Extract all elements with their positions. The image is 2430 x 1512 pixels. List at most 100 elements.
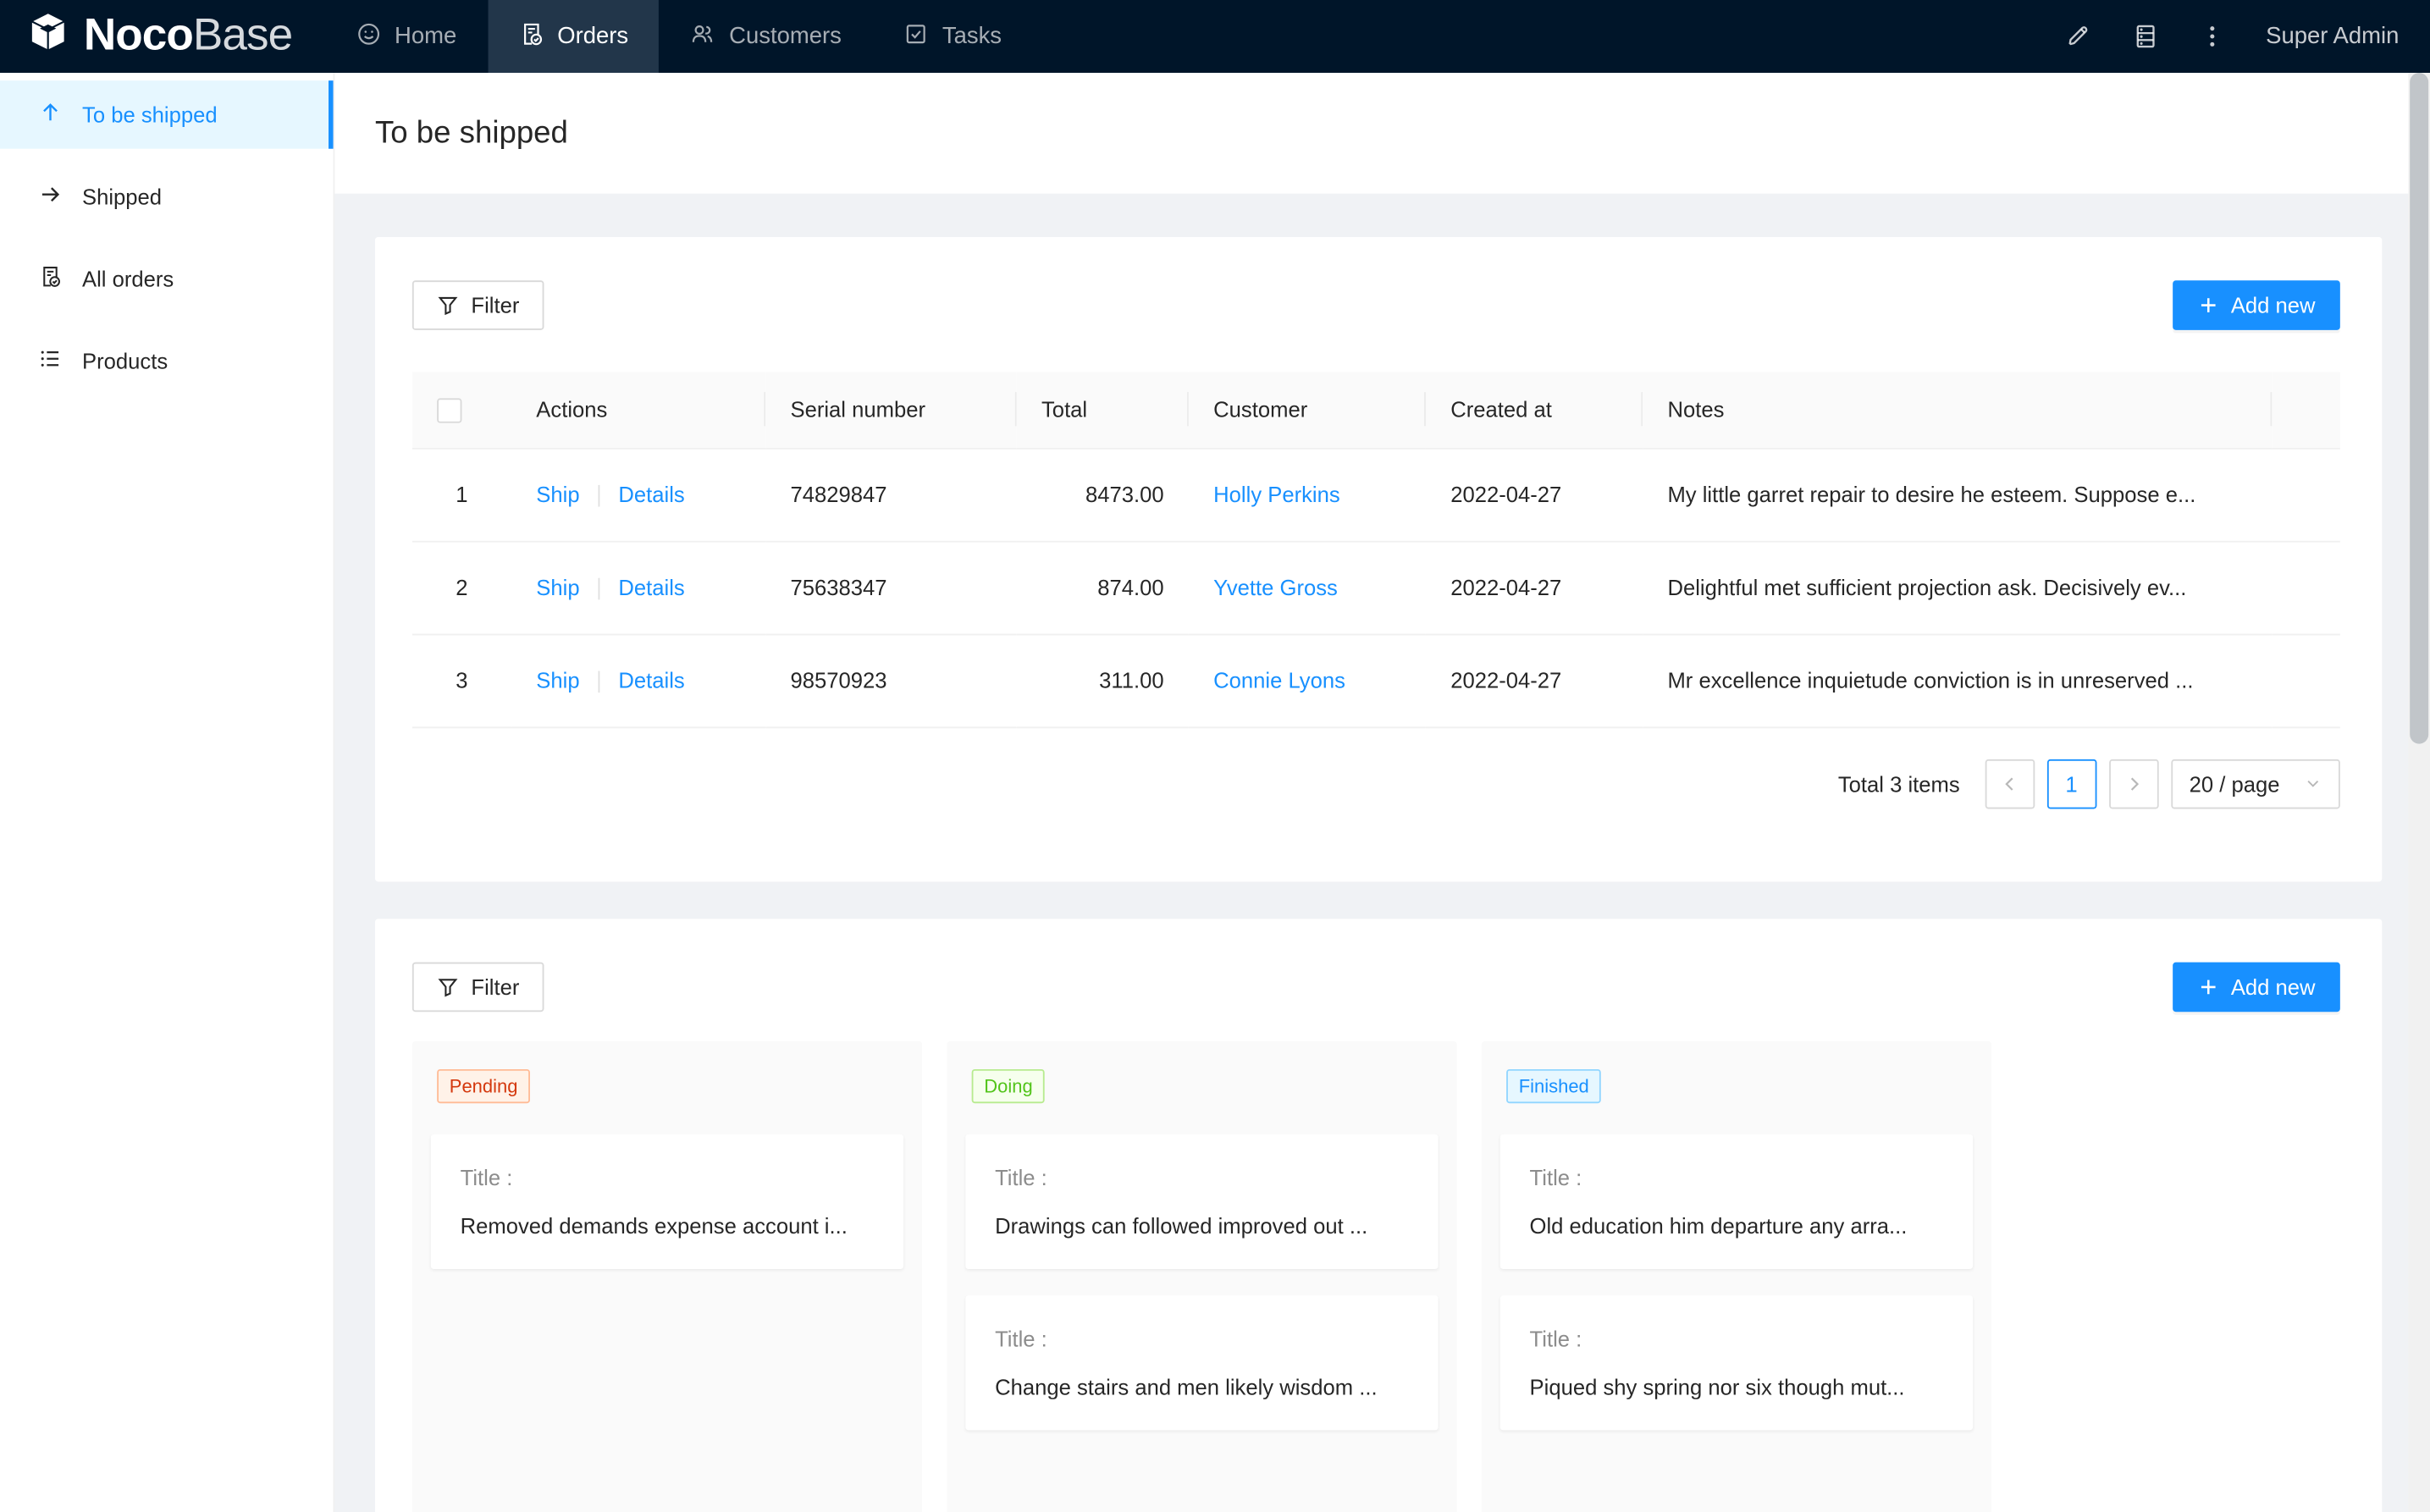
sidebar-item-label: All orders [82,267,174,291]
customer-cell: Yvette Gross [1189,541,1426,634]
ship-link[interactable]: Ship [536,668,579,693]
pagination-total: Total 3 items [1838,771,1960,796]
kanban-task-card[interactable]: Title :Old education him departure any a… [1500,1134,1973,1268]
tab-label: Home [395,23,456,49]
column-header-serial-number: Serial number [765,372,1017,448]
card-title: Old education him departure any arra... [1530,1212,1944,1237]
tab-customers[interactable]: Customers [660,0,873,73]
tab-orders[interactable]: Orders [488,0,660,73]
orders-table-block: Filter Add new [375,237,2382,881]
table-row: 3ShipDetails98570923311.00Connie Lyons20… [412,634,2340,727]
kanban-board: Pending Title : Removed demands expense ac… [412,1040,2340,1512]
sidebar-item-label: Products [82,349,168,373]
card-field-label: Title : [461,1165,875,1189]
nocobase-logo[interactable]: NocoBase [0,9,292,63]
chevron-down-icon [2305,775,2322,792]
customer-link[interactable]: Connie Lyons [1213,668,1345,693]
smile-icon [356,21,380,52]
serial-number-cell: 75638347 [765,541,1017,634]
customer-link[interactable]: Yvette Gross [1213,575,1338,599]
column-header-created-at: Created at [1426,372,1643,448]
page-number-button[interactable]: 1 [2046,759,2096,808]
customer-link[interactable]: Holly Perkins [1213,482,1340,506]
created-at-cell: 2022-04-27 [1426,541,1643,634]
details-link[interactable]: Details [618,668,684,693]
pagination: Total 3 items 1 20 / page [412,759,2340,808]
arrow-right-icon [39,183,62,211]
add-new-button[interactable]: Add new [2172,280,2340,330]
ship-link[interactable]: Ship [536,482,579,506]
row-index: 3 [412,634,511,727]
tab-home[interactable]: Home [325,0,488,73]
kanban-card-list: Title : Old education him departure any a… [1500,1134,1973,1430]
tab-label: Customers [729,23,842,49]
logo-cube-icon [25,9,71,63]
total-cell: 874.00 [1017,541,1189,634]
notes-cell: My little garret repair to desire he est… [1643,448,2272,541]
ship-link[interactable]: Ship [536,575,579,599]
card-title: Change stairs and men likely wisdom ... [995,1374,1409,1399]
card-field-label: Title : [995,1326,1409,1350]
kanban-task-card[interactable]: Title :Drawings can followed improved ou… [965,1134,1438,1268]
plus-icon [2197,975,2219,997]
status-badge: Doing [972,1068,1046,1102]
filter-button[interactable]: Filter [412,280,544,330]
content-area: Filter Add new [334,194,2430,1512]
kanban-task-card[interactable]: Title : Removed demands expense account i… [431,1134,903,1268]
serial-number-cell: 98570923 [765,634,1017,727]
sidebar-item-to-be-shipped[interactable]: To be shipped [0,80,334,149]
created-at-cell: 2022-04-27 [1426,448,1643,541]
actions-divider [599,671,600,693]
row-index: 2 [412,541,511,634]
file-done-icon [39,265,62,293]
status-badge: Pending [437,1068,530,1102]
sidebar-item-label: To be shipped [82,102,218,127]
card-field-label: Title : [1530,1326,1944,1350]
table-row: 1ShipDetails748298478473.00Holly Perkins… [412,448,2340,541]
add-new-button[interactable]: Add new [2172,962,2340,1012]
kanban-task-card[interactable]: Title : Change stairs and men likely wisd… [965,1294,1438,1429]
plus-icon [2197,295,2219,317]
row-index: 1 [412,448,511,541]
sidebar-item-label: Shipped [82,185,162,209]
total-cell: 8473.00 [1017,448,1189,541]
card-title: Removed demands expense account i... [461,1212,875,1237]
page-title: To be shipped [375,115,568,151]
file-done-icon [518,21,543,52]
tab-label: Orders [557,23,628,49]
column-header-customer: Customer [1189,372,1426,448]
filter-button[interactable]: Filter [412,962,544,1012]
highlight-icon[interactable] [2066,23,2092,49]
details-link[interactable]: Details [618,575,684,599]
sidebar-item-shipped[interactable]: Shipped [0,163,334,231]
table-header-row: ActionsSerial numberTotalCustomerCreated… [412,372,2340,448]
vertical-scrollbar[interactable] [2408,73,2430,1512]
page-size-select[interactable]: 20 / page [2171,759,2340,808]
database-icon[interactable] [2133,23,2159,49]
next-page-button[interactable] [2108,759,2158,808]
app: NocoBase Home Orders Customers T [0,0,2430,1512]
scrollbar-thumb[interactable] [2410,73,2428,744]
kanban-task-card[interactable]: Title :Piqued shy spring nor six though … [1500,1294,1973,1429]
select-all-checkbox[interactable] [437,398,461,422]
kanban-card-list: Title : Removed demands expense account i… [431,1134,903,1268]
column-header-empty [2272,372,2340,448]
details-link[interactable]: Details [618,482,684,506]
notes-cell: Delightful met sufficient projection ask… [1643,541,2272,634]
kanban-column-pending: Pending Title : Removed demands expense ac… [412,1040,922,1512]
customer-cell: Holly Perkins [1189,448,1426,541]
prev-page-button[interactable] [1985,759,2035,808]
sidebar-item-all-orders[interactable]: All orders [0,245,334,313]
tab-label: Tasks [942,23,1002,49]
actions-divider [599,578,600,600]
empty-cell [2272,541,2340,634]
user-menu[interactable]: Super Admin [2266,23,2399,49]
created-at-cell: 2022-04-27 [1426,634,1643,727]
column-header-total: Total [1017,372,1189,448]
sidebar: To be shipped Shipped All orders [0,73,334,1512]
more-icon[interactable] [2199,23,2225,49]
sidebar-item-products[interactable]: Products [0,327,334,395]
tab-tasks[interactable]: Tasks [872,0,1032,73]
column-header-notes: Notes [1643,372,2272,448]
card-field-label: Title : [995,1165,1409,1189]
